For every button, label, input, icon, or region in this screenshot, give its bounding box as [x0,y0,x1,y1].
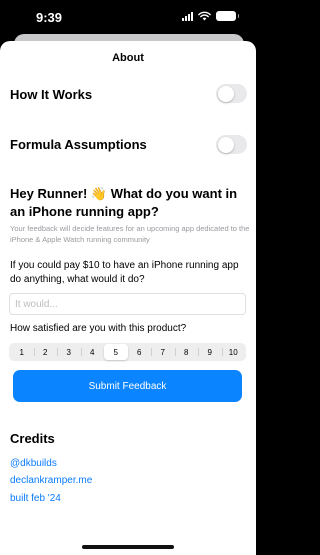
rating-option-4[interactable]: 4 [80,344,105,360]
rating-option-1[interactable]: 1 [10,344,34,360]
question-satisfaction: How satisfied are you with this product? [10,323,187,334]
how-it-works-label: How It Works [10,87,93,102]
formula-assumptions-toggle[interactable] [216,135,247,154]
about-sheet: About How It Works Formula Assumptions H… [0,41,256,555]
status-bar: 9:39 [0,0,256,34]
status-icons [182,11,239,21]
battery-icon [216,11,239,21]
credits-link-dkbuilds[interactable]: @dkbuilds [10,458,57,469]
satisfaction-rating-control: 1 2 3 4 5 6 7 8 9 10 [9,343,246,361]
status-time: 9:39 [36,10,63,25]
signal-icon [182,11,193,21]
rating-option-8[interactable]: 8 [174,344,199,360]
rating-option-2[interactable]: 2 [33,344,58,360]
credits-link-website[interactable]: declankramper.me [10,475,92,486]
feedback-description: Your feedback will decide features for a… [10,224,250,244]
rating-option-7[interactable]: 7 [151,344,175,360]
feedback-heading: Hey Runner! 👋 What do you want in an iPh… [10,186,238,219]
question-pay-ten: If you could pay $10 to have an iPhone r… [10,260,239,285]
credits-build-date[interactable]: built feb '24 [10,493,61,504]
wifi-icon [198,11,211,21]
toggle-knob [217,85,234,102]
home-indicator[interactable] [82,545,174,549]
rating-option-9[interactable]: 9 [198,344,222,360]
rating-option-6[interactable]: 6 [128,344,152,360]
submit-feedback-button[interactable]: Submit Feedback [13,370,242,402]
rating-option-3[interactable]: 3 [57,344,81,360]
rating-option-5[interactable]: 5 [104,344,128,360]
how-it-works-toggle[interactable] [216,84,247,103]
toggle-knob [217,136,234,153]
credits-title: Credits [10,431,55,446]
sheet-title: About [112,52,144,64]
rating-option-10[interactable]: 10 [221,344,246,360]
feature-idea-input[interactable] [9,293,246,315]
formula-assumptions-label: Formula Assumptions [10,137,147,152]
